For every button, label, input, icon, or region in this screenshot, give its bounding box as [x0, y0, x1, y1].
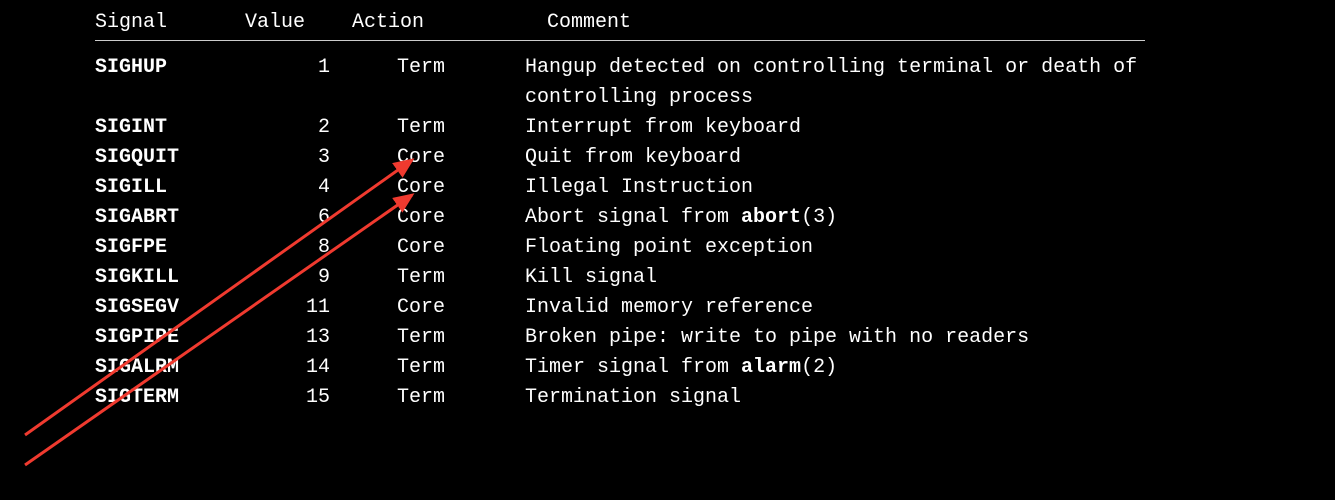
cell-signal: SIGKILL: [95, 263, 245, 293]
cell-comment: Quit from keyboard: [525, 143, 1145, 173]
cell-value: 2: [245, 113, 330, 143]
cell-value: 1: [245, 53, 330, 83]
cell-signal: SIGHUP: [95, 53, 245, 83]
cell-comment: Termination signal: [525, 383, 1145, 413]
table-row: SIGABRT6Core Abort signal from abort(3): [95, 203, 1145, 233]
cell-comment: Interrupt from keyboard: [525, 113, 1145, 143]
header-signal: Signal: [95, 8, 245, 38]
cell-comment: Hangup detected on controlling terminal …: [525, 53, 1145, 113]
table-row: SIGQUIT3Core Quit from keyboard: [95, 143, 1145, 173]
table-row: SIGILL4Core Illegal Instruction: [95, 173, 1145, 203]
cell-value: 8: [245, 233, 330, 263]
cell-comment: Kill signal: [525, 263, 1145, 293]
table-row: SIGALRM14Term Timer signal from alarm(2): [95, 353, 1145, 383]
cell-action: Core: [330, 173, 445, 203]
cell-signal: SIGFPE: [95, 233, 245, 263]
cell-action: Term: [330, 263, 445, 293]
table-row: SIGKILL9Term Kill signal: [95, 263, 1145, 293]
cell-signal: SIGINT: [95, 113, 245, 143]
table-row: SIGINT2Term Interrupt from keyboard: [95, 113, 1145, 143]
cell-comment: Invalid memory reference: [525, 293, 1145, 323]
table-row: SIGFPE8Core Floating point exception: [95, 233, 1145, 263]
cell-action: Core: [330, 233, 445, 263]
header-rule: [95, 40, 1145, 41]
cell-action: Core: [330, 143, 445, 173]
table-header-row: Signal Value Action Comment: [95, 8, 1145, 38]
cell-value: 15: [245, 383, 330, 413]
cell-value: 11: [245, 293, 330, 323]
cell-value: 4: [245, 173, 330, 203]
table-row: SIGTERM15Term Termination signal: [95, 383, 1145, 413]
cell-signal: SIGSEGV: [95, 293, 245, 323]
cell-signal: SIGQUIT: [95, 143, 245, 173]
cell-value: 13: [245, 323, 330, 353]
table-row: SIGSEGV11Core Invalid memory reference: [95, 293, 1145, 323]
cell-comment: Illegal Instruction: [525, 173, 1145, 203]
cell-value: 9: [245, 263, 330, 293]
cell-action: Core: [330, 203, 445, 233]
table-row: SIGPIPE13Term Broken pipe: write to pipe …: [95, 323, 1145, 353]
cell-value: 3: [245, 143, 330, 173]
cell-comment: Timer signal from alarm(2): [525, 353, 1145, 383]
header-comment: Comment: [547, 8, 1145, 38]
cell-value: 14: [245, 353, 330, 383]
header-action: Action: [330, 8, 467, 38]
table-row: SIGHUP1Term Hangup detected on controllin…: [95, 53, 1145, 113]
cell-action: Term: [330, 323, 445, 353]
cell-signal: SIGALRM: [95, 353, 245, 383]
cell-action: Term: [330, 53, 445, 83]
cell-action: Term: [330, 383, 445, 413]
cell-comment: Floating point exception: [525, 233, 1145, 263]
signal-table: Signal Value Action Comment SIGHUP1TermH…: [95, 8, 1145, 413]
cell-signal: SIGILL: [95, 173, 245, 203]
header-value: Value: [245, 8, 330, 38]
cell-signal: SIGTERM: [95, 383, 245, 413]
cell-action: Core: [330, 293, 445, 323]
cell-signal: SIGABRT: [95, 203, 245, 233]
cell-comment: Broken pipe: write to pipe with no reade…: [525, 323, 1145, 353]
cell-value: 6: [245, 203, 330, 233]
cell-signal: SIGPIPE: [95, 323, 245, 353]
cell-comment: Abort signal from abort(3): [525, 203, 1145, 233]
cell-action: Term: [330, 353, 445, 383]
cell-action: Term: [330, 113, 445, 143]
